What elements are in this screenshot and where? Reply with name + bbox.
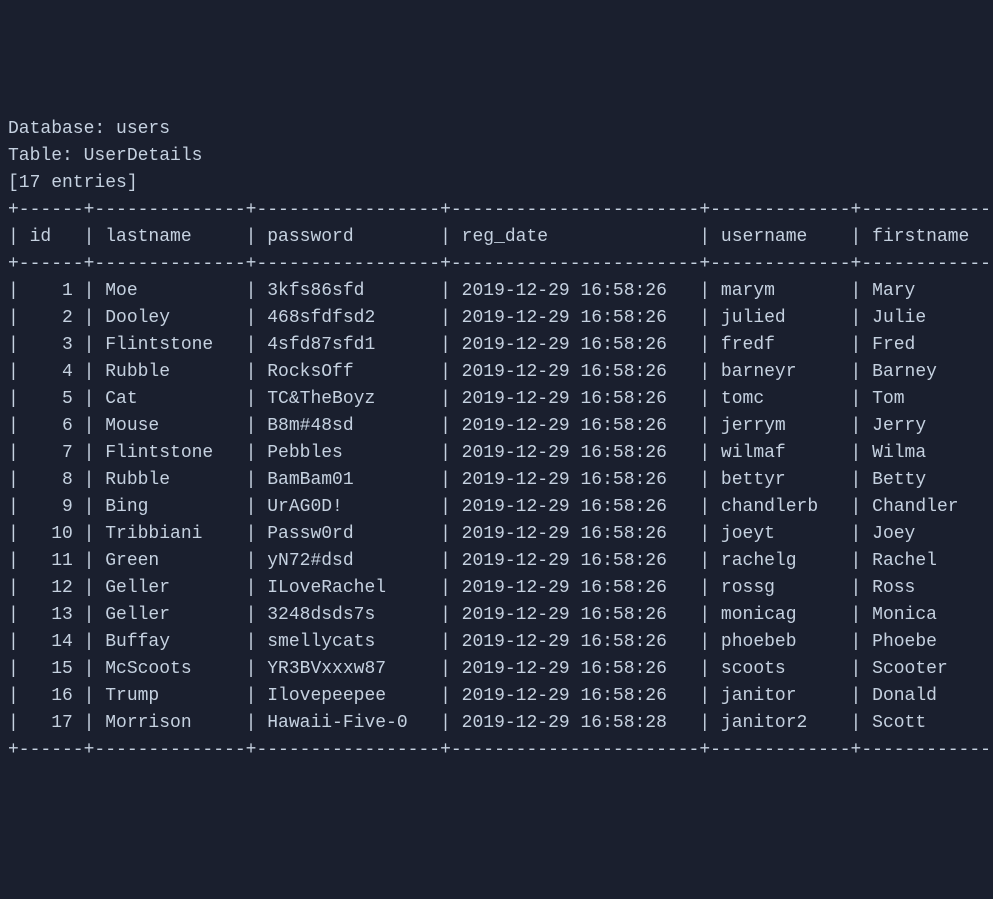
database-line: Database: users xyxy=(8,119,170,139)
table-line: Table: UserDetails xyxy=(8,146,202,166)
data-table: +------+--------------+-----------------… xyxy=(8,200,993,760)
terminal-output: Database: users Table: UserDetails [17 e… xyxy=(8,116,985,764)
entries-line: [17 entries] xyxy=(8,173,138,193)
